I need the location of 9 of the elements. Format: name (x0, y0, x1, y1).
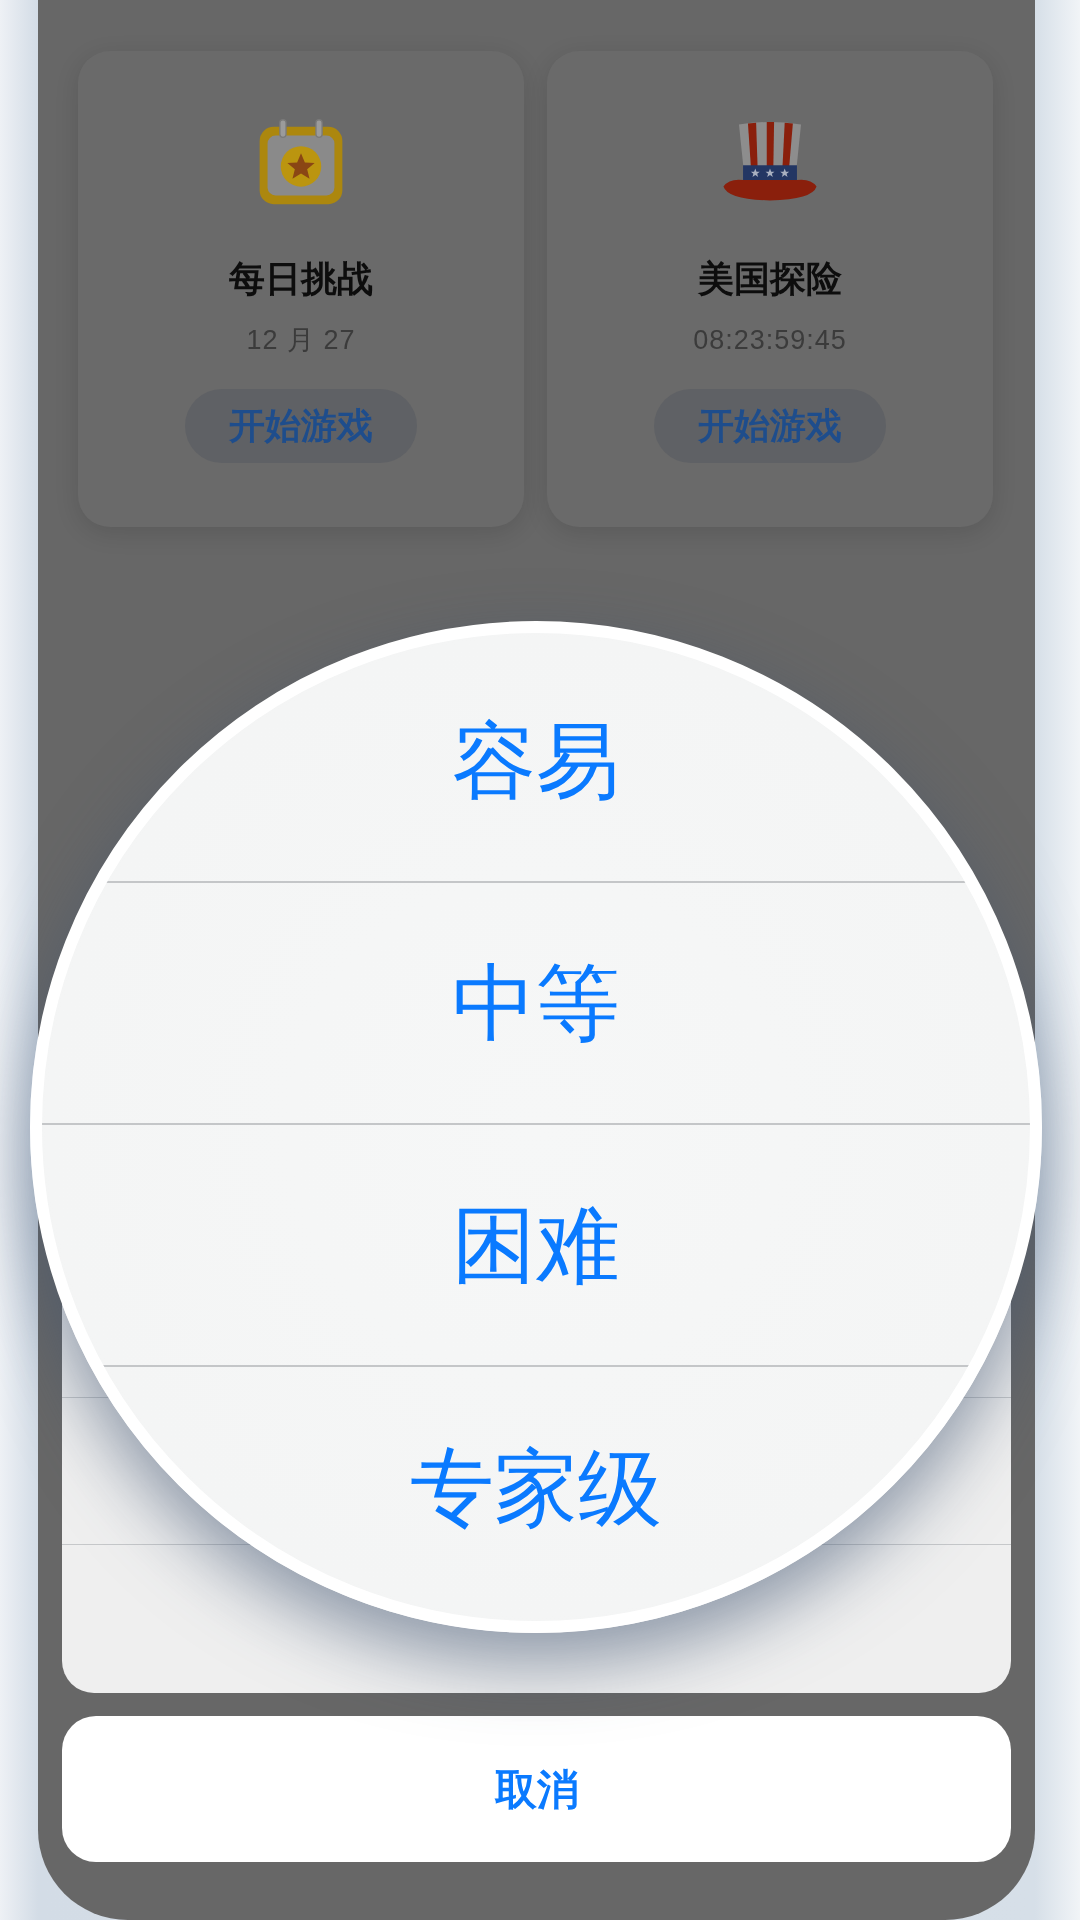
card-title: 美国探险 (698, 257, 842, 301)
difficulty-option[interactable]: 专家级 (410, 1438, 662, 1538)
difficulty-option[interactable]: 困难 (452, 1195, 620, 1295)
difficulty-option[interactable]: 容易 (452, 711, 620, 811)
top-hat-icon (721, 121, 819, 203)
cancel-button[interactable]: 取消 (62, 1716, 1011, 1862)
card-title: 每日挑战 (229, 257, 373, 301)
calendar-icon (257, 118, 345, 206)
difficulty-option[interactable]: 中等 (452, 953, 620, 1053)
